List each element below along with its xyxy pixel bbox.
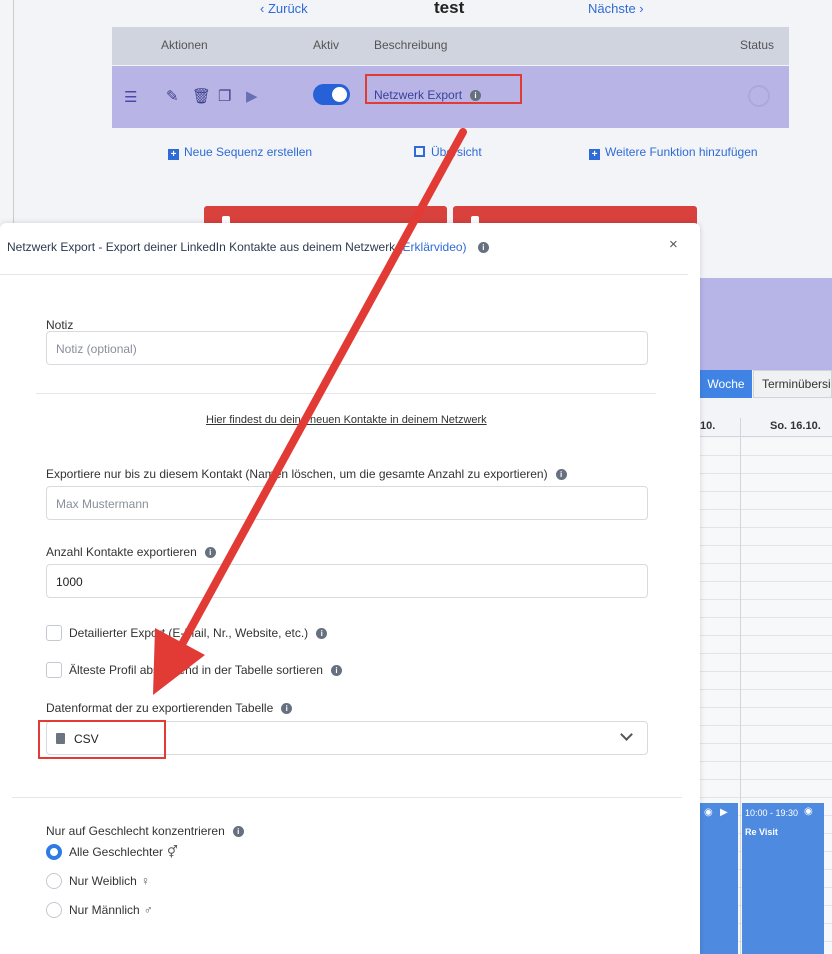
close-icon[interactable]: × (669, 236, 678, 253)
contacts-network-link[interactable]: Hier findest du deine neuen Kontakte in … (206, 414, 487, 426)
calendar-header-bg (700, 278, 832, 370)
contact-count-label: Anzahl Kontakte exportieren i (46, 545, 216, 559)
radio-all-genders[interactable] (46, 844, 62, 860)
calendar-divider (740, 418, 741, 954)
note-input[interactable]: Notiz (optional) (46, 331, 648, 365)
edit-icon[interactable]: ✎ (166, 87, 179, 105)
radio-male[interactable] (46, 902, 62, 918)
header-beschreibung: Beschreibung (374, 38, 448, 52)
network-export-modal: Netzwerk Export - Export deiner LinkedIn… (0, 223, 700, 954)
header-status: Status (740, 38, 775, 52)
copy-icon[interactable]: ❐ (218, 87, 231, 105)
eye-icon: ◉ (804, 806, 813, 817)
trash-icon[interactable]: 🗑 (192, 87, 211, 105)
detailed-export-label: Detailierter Export (E-Mail, Nr., Websit… (69, 626, 328, 640)
sequence-table-header: Aktionen Aktiv Beschreibung Status (112, 27, 789, 65)
tab-week[interactable]: Woche (700, 370, 752, 398)
data-format-label: Datenformat der zu exportierenden Tabell… (46, 701, 293, 715)
event-time: 10:00 - 19:30 (745, 808, 799, 818)
info-icon: i (477, 242, 489, 254)
note-label: Notiz (46, 318, 74, 332)
gender-label: Nur auf Geschlecht konzentrieren i (46, 824, 244, 838)
new-sequence-link[interactable]: + Neue Sequenz erstellen (168, 145, 312, 160)
radio-female[interactable] (46, 873, 62, 889)
divider (12, 797, 682, 798)
play-icon: ▶ (720, 807, 728, 818)
annotation-box-description (365, 74, 522, 104)
divider (0, 274, 688, 275)
add-function-link[interactable]: + Weitere Funktion hinzufügen (589, 145, 758, 160)
annotation-box-format (38, 720, 166, 759)
detailed-export-checkbox[interactable] (46, 625, 62, 641)
modal-title: Netzwerk Export - Export deiner LinkedIn… (7, 240, 489, 254)
calendar-event[interactable]: ◉ ▶ (700, 803, 738, 954)
info-icon: i (316, 628, 328, 640)
header-aktionen: Aktionen (161, 38, 208, 52)
female-icon: ♀ (140, 874, 150, 888)
contact-count-input[interactable]: 1000 (46, 564, 648, 598)
left-panel-edge (0, 0, 14, 230)
info-icon: i (232, 826, 244, 838)
all-genders-icon: ⚥ (167, 845, 178, 859)
plus-icon: + (589, 149, 600, 160)
radio-all-genders-label: Alle Geschlechter ⚥ (69, 845, 178, 859)
calendar-day-1: 10. (700, 420, 716, 432)
calendar-event-revisit[interactable]: 10:00 - 19:30 ◉ Re Visit (742, 803, 824, 954)
info-icon: i (281, 703, 293, 715)
oldest-first-checkbox[interactable] (46, 662, 62, 678)
drag-handle-icon[interactable]: ☰ (124, 88, 137, 106)
event-title: Re Visit (745, 827, 778, 837)
explainer-video-link[interactable]: (Erklärvideo) (399, 240, 467, 254)
status-indicator (748, 85, 770, 107)
info-icon: i (330, 665, 342, 677)
info-icon: i (555, 469, 567, 481)
page-title: test (434, 0, 465, 17)
calendar-days: 10. So. 16.10. (700, 417, 832, 437)
next-link[interactable]: Nächste › (588, 1, 644, 16)
grid-icon (414, 146, 425, 157)
male-icon: ♂ (143, 903, 153, 917)
tab-appointments[interactable]: Terminübersi (753, 370, 832, 398)
oldest-first-label: Älteste Profil absteigend in der Tabelle… (69, 663, 342, 677)
overview-link[interactable]: Übersicht (414, 145, 482, 159)
radio-male-label: Nur Männlich ♂ (69, 903, 153, 917)
divider (36, 393, 656, 394)
header-aktiv: Aktiv (313, 38, 340, 52)
previous-link[interactable]: ‹ Zurück (260, 1, 308, 16)
play-icon[interactable]: ▶ (246, 87, 258, 105)
until-contact-label: Exportiere nur bis zu diesem Kontakt (Na… (46, 467, 567, 481)
plus-icon: + (168, 149, 179, 160)
active-toggle[interactable] (313, 84, 350, 105)
radio-female-label: Nur Weiblich ♀ (69, 874, 150, 888)
info-icon: i (204, 547, 216, 559)
eye-icon: ◉ (704, 807, 713, 818)
calendar-day-2: So. 16.10. (770, 420, 821, 432)
until-contact-input[interactable]: Max Mustermann (46, 486, 648, 520)
